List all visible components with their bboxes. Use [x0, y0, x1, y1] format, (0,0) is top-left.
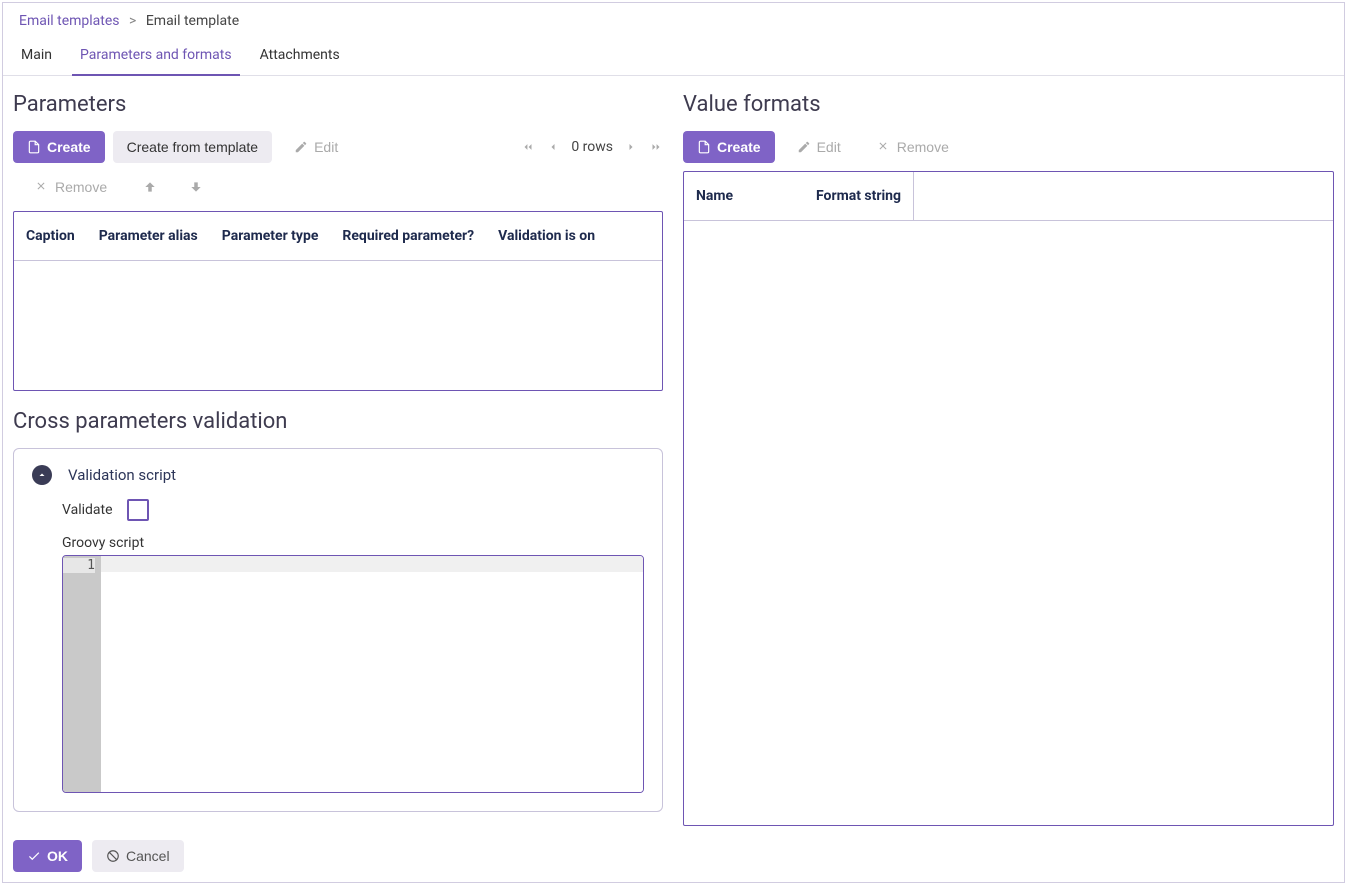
value-formats-title: Value formats: [683, 92, 1334, 117]
arrow-up-icon: [143, 180, 157, 194]
breadcrumb-root[interactable]: Email templates: [19, 13, 120, 29]
col-required[interactable]: Required parameter?: [330, 212, 486, 260]
ban-icon: [106, 849, 120, 863]
parameters-toolbar: Create Create from template Edit: [13, 131, 663, 163]
chevron-up-icon: [32, 465, 52, 485]
validate-label: Validate: [62, 502, 113, 518]
file-icon: [27, 140, 41, 154]
file-icon: [697, 140, 711, 154]
parameters-title: Parameters: [13, 92, 663, 117]
pager: 0 rows: [521, 139, 663, 155]
move-up-button: [133, 172, 167, 202]
tab-attachments[interactable]: Attachments: [252, 37, 348, 75]
edit-button: Edit: [280, 131, 352, 163]
tab-parameters-and-formats[interactable]: Parameters and formats: [72, 37, 240, 75]
line-number: 1: [63, 558, 95, 573]
col-name[interactable]: Name: [684, 172, 804, 220]
app-frame: Email templates > Email template Main Pa…: [2, 2, 1345, 883]
tab-main[interactable]: Main: [13, 37, 60, 75]
formats-table[interactable]: Name Format string: [683, 171, 1334, 826]
formats-toolbar: Create Edit Remove: [683, 131, 1334, 163]
value-formats-column: Value formats Create Edit: [683, 92, 1334, 826]
pager-first-icon[interactable]: [521, 140, 535, 154]
pager-next-icon[interactable]: [625, 141, 637, 153]
breadcrumb-separator: >: [129, 13, 136, 29]
validation-panel-header[interactable]: Validation script: [32, 465, 644, 485]
check-icon: [27, 849, 41, 863]
footer: OK Cancel: [13, 840, 184, 872]
remove-label: Remove: [55, 179, 107, 195]
x-icon: [877, 140, 891, 154]
create-label: Create: [47, 139, 91, 155]
formats-remove-label: Remove: [897, 139, 949, 155]
x-icon: [35, 180, 49, 194]
formats-table-header: Name Format string: [684, 172, 1333, 221]
ok-label: OK: [47, 848, 68, 864]
create-from-template-button[interactable]: Create from template: [113, 131, 273, 163]
validate-checkbox[interactable]: [127, 499, 149, 521]
formats-create-button[interactable]: Create: [683, 131, 775, 163]
breadcrumb: Email templates > Email template: [3, 3, 1344, 37]
pager-prev-icon[interactable]: [547, 141, 559, 153]
cancel-button[interactable]: Cancel: [92, 840, 184, 872]
groovy-script-editor[interactable]: 1: [62, 555, 644, 793]
col-caption[interactable]: Caption: [14, 212, 87, 260]
pencil-icon: [294, 140, 308, 154]
ok-button[interactable]: OK: [13, 840, 82, 872]
pager-rows: 0 rows: [571, 139, 613, 155]
validation-script-label: Validation script: [68, 466, 176, 484]
create-button[interactable]: Create: [13, 131, 105, 163]
cross-validation-section: Cross parameters validation Validation s…: [13, 409, 663, 812]
col-validation[interactable]: Validation is on: [486, 212, 607, 260]
parameters-table-header: Caption Parameter alias Parameter type R…: [14, 212, 662, 261]
breadcrumb-current: Email template: [146, 13, 239, 29]
editor-gutter: 1: [63, 556, 101, 792]
cross-validation-title: Cross parameters validation: [13, 409, 663, 434]
formats-edit-label: Edit: [817, 139, 841, 155]
groovy-script-label: Groovy script: [62, 535, 644, 551]
table-corner: [913, 172, 933, 220]
tabs: Main Parameters and formats Attachments: [3, 37, 1344, 76]
parameters-table[interactable]: Caption Parameter alias Parameter type R…: [13, 211, 663, 391]
arrow-down-icon: [189, 180, 203, 194]
formats-edit-button: Edit: [783, 131, 855, 163]
editor-area[interactable]: [101, 556, 643, 792]
validation-panel: Validation script Validate Groovy script…: [13, 448, 663, 812]
col-type[interactable]: Parameter type: [210, 212, 331, 260]
pencil-icon: [797, 140, 811, 154]
parameters-column: Parameters Create Create from template E…: [13, 92, 663, 826]
edit-label: Edit: [314, 139, 338, 155]
cancel-label: Cancel: [126, 848, 170, 864]
parameters-secondary-toolbar: Remove: [13, 171, 663, 203]
col-format[interactable]: Format string: [804, 172, 913, 220]
move-down-button: [179, 172, 213, 202]
pager-last-icon[interactable]: [649, 140, 663, 154]
content: Parameters Create Create from template E…: [3, 76, 1344, 826]
formats-create-label: Create: [717, 139, 761, 155]
col-alias[interactable]: Parameter alias: [87, 212, 210, 260]
validate-row: Validate: [62, 499, 644, 521]
formats-remove-button: Remove: [863, 131, 963, 163]
editor-line: [101, 556, 643, 572]
remove-button: Remove: [21, 171, 121, 203]
